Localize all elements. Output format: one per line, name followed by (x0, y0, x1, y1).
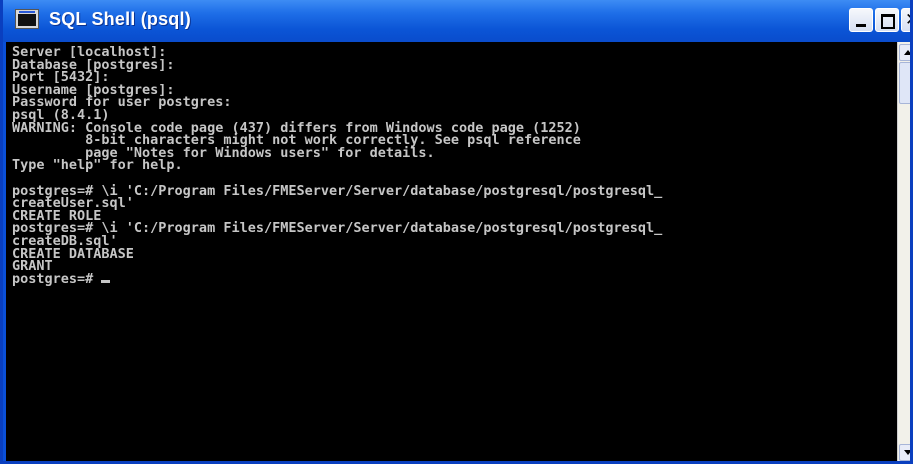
window-title: SQL Shell (psql) (49, 9, 191, 29)
maximize-button[interactable] (875, 8, 899, 32)
console-line: Type "help" for help. (12, 157, 183, 174)
console-line: Database [postgres]: (12, 56, 175, 73)
console-text: Server [localhost]: Database [postgres]: P… (6, 42, 897, 285)
sql-shell-window: SQL Shell (psql) ✕ Server [localhost]:Da… (0, 0, 913, 464)
console-line: createUser.sql' (12, 195, 134, 212)
console-line: CREATE DATABASE (12, 245, 134, 262)
console-line: createDB.sql' (12, 232, 118, 249)
title-bar[interactable]: SQL Shell (psql) ✕ (3, 0, 910, 42)
console-line: GRANT (12, 258, 53, 275)
scrollbar-thumb[interactable] (899, 62, 910, 104)
close-icon: ✕ (905, 9, 910, 31)
prompt-text: postgres=# (12, 270, 102, 287)
vertical-scrollbar[interactable] (897, 42, 910, 461)
console-line: postgres=# \i 'C:/Program Files/FMEServe… (12, 220, 663, 237)
text-cursor (101, 279, 111, 283)
scroll-down-arrow-icon[interactable] (899, 444, 910, 461)
scroll-up-arrow-icon[interactable] (899, 44, 910, 61)
console-output[interactable]: Server [localhost]: Database [postgres]: P… (6, 42, 897, 461)
minimize-button[interactable] (849, 8, 873, 32)
console-window-icon[interactable] (15, 9, 39, 29)
console-line: Password for user postgres: (12, 94, 232, 111)
prompt-line[interactable]: postgres=# (12, 270, 897, 287)
close-button[interactable]: ✕ (901, 8, 910, 32)
console-line: postgres=# \i 'C:/Program Files/FMEServe… (12, 182, 663, 199)
